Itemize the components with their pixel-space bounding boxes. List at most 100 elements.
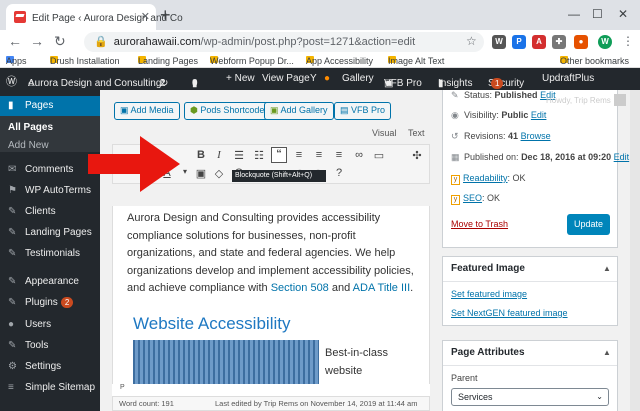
window-close-icon[interactable]: ✕ (618, 7, 628, 21)
section-508-link[interactable]: Section 508 (271, 282, 329, 294)
wordpress-logo-icon[interactable]: Ⓦ (6, 73, 17, 89)
tab-text[interactable]: Text (408, 128, 425, 138)
sidebar-item-testimonials[interactable]: ✎ Testimonials (0, 244, 100, 264)
website-accessibility-heading: Website Accessibility (133, 314, 291, 333)
bold-icon[interactable]: B (193, 149, 209, 161)
reload-icon[interactable]: ↻ (54, 33, 66, 50)
bookmark-label: Landing Pages (138, 56, 199, 66)
sidebar-item-label: WP AutoTerms (25, 185, 91, 196)
page-scrollbar[interactable] (630, 90, 640, 411)
clear-formatting-icon[interactable]: ◇ (211, 167, 227, 180)
move-to-trash-link[interactable]: Move to Trash (451, 219, 508, 229)
sidebar-item-tools[interactable]: ✎ Tools (0, 336, 100, 356)
collapse-caret-icon[interactable]: ▲ (603, 264, 611, 273)
sidebar-item-wp-autoterms[interactable]: ⚑ WP AutoTerms (0, 181, 100, 201)
sidebar-item-settings[interactable]: ⚙ Settings (0, 357, 100, 377)
back-icon[interactable]: ← (8, 33, 22, 49)
sidebar-item-users[interactable]: ● Users (0, 315, 100, 335)
pages-icon: ▮ (8, 100, 14, 111)
howdy-text: Howdy, Trip Rems (546, 96, 611, 105)
sidebar-item-simple-sitemap[interactable]: ≡ Simple Sitemap (0, 378, 100, 398)
revisions-icon: ↺ (451, 131, 459, 141)
sidebar-item-label: Landing Pages (25, 227, 92, 238)
collapse-caret-icon[interactable]: ▲ (603, 348, 611, 357)
sitemap-icon: ≡ (8, 382, 14, 393)
blockquote-icon[interactable]: “ (271, 147, 287, 163)
align-right-icon[interactable]: ≡ (331, 149, 347, 161)
close-tab-icon[interactable]: ✕ (141, 10, 150, 23)
word-count: Word count: 191 (119, 399, 174, 408)
italic-icon[interactable]: I (211, 149, 227, 161)
bookmark-label: App Accessibility (306, 56, 374, 66)
more-tag-icon[interactable]: ▭ (371, 149, 387, 162)
site-name: Aurora Design and Consulting (28, 78, 162, 89)
side-text: Best-in-class website (325, 344, 388, 380)
sidebar-item-appearance[interactable]: ✎ Appearance (0, 272, 100, 292)
updraftplus-link[interactable]: UpdraftPlus (542, 73, 594, 84)
browse-revisions-link[interactable]: Browse (521, 131, 551, 141)
profile-avatar[interactable]: W (598, 35, 612, 49)
sidebar-item-landing-pages[interactable]: ✎ Landing Pages (0, 223, 100, 243)
minimize-icon[interactable]: — (568, 7, 580, 21)
extension-pdf-icon[interactable]: A (532, 35, 546, 49)
appearance-icon: ✎ (8, 276, 17, 287)
seo-link[interactable]: SEO (463, 193, 482, 203)
fullscreen-icon[interactable]: ✣ (409, 149, 425, 162)
editor-content[interactable]: Aurora Design and Consulting provides ac… (112, 206, 430, 396)
sidebar-sub-add-new[interactable]: Add New (0, 136, 100, 156)
user-avatar[interactable] (614, 94, 626, 106)
tab-visual[interactable]: Visual (372, 128, 396, 138)
pods-shortcode-button[interactable]: ⬢ Pods Shortcode (184, 102, 271, 120)
status-pin-icon: ✎ (451, 90, 459, 100)
vfb-pro-button[interactable]: ▤ VFB Pro (334, 102, 392, 120)
featured-image-box: Featured Image ▲ Set featured image Set … (442, 256, 618, 326)
edit-visibility-link[interactable]: Edit (531, 110, 547, 120)
pin-icon: ✎ (8, 248, 17, 259)
parent-select[interactable]: Services ⌄ (451, 388, 609, 406)
new-tab-icon[interactable]: + (160, 5, 171, 26)
browser-tab[interactable]: Edit Page ‹ Aurora Design and Co ✕ (6, 4, 183, 30)
bulleted-list-icon[interactable]: ☰ (231, 149, 247, 162)
ada-title-iii-link[interactable]: ADA Title III (353, 282, 410, 294)
set-featured-image-link[interactable]: Set featured image (451, 289, 527, 299)
readability-value: : OK (507, 173, 526, 183)
sidebar-item-comments[interactable]: ✉ Comments (0, 160, 100, 180)
sidebar-item-plugins[interactable]: ✎ Plugins 2 (0, 293, 100, 313)
bookmark-star-icon[interactable]: ☆ (466, 34, 477, 48)
browser-menu-icon[interactable]: ⋮ (622, 34, 634, 48)
revisions-label: Revisions: (464, 131, 506, 141)
add-gallery-button[interactable]: ▣ Add Gallery (264, 102, 334, 120)
link-icon[interactable]: ∞ (351, 149, 367, 161)
sidebar-item-pages[interactable]: ▮ Pages (0, 96, 100, 116)
sidebar-item-clients[interactable]: ✎ Clients (0, 202, 100, 222)
maximize-icon[interactable]: ☐ (592, 7, 603, 21)
add-media-button[interactable]: ▣ Add Media (114, 102, 180, 120)
visibility-eye-icon: ◉ (451, 110, 459, 120)
visibility-value: Public (501, 110, 529, 120)
edit-date-link[interactable]: Edit (614, 152, 630, 162)
url-input[interactable]: 🔒 aurorahawaii.com/wp-admin/post.php?post… (84, 32, 484, 52)
update-button[interactable]: Update (567, 214, 610, 235)
view-page-link[interactable]: View Page (262, 73, 310, 84)
align-left-icon[interactable]: ≡ (291, 149, 307, 161)
red-arrow-annotation (88, 136, 180, 192)
bookmarks-bar: Apps Drush Installation Landing Pages We… (0, 54, 640, 68)
help-icon[interactable]: ? (331, 167, 347, 179)
pin-icon: ✎ (8, 206, 17, 217)
paste-text-icon[interactable]: ▣ (193, 167, 209, 180)
align-center-icon[interactable]: ≡ (311, 149, 327, 161)
extension-orange-icon[interactable]: ● (574, 35, 588, 49)
readability-link[interactable]: Readability (463, 173, 508, 183)
forward-icon[interactable]: → (30, 33, 44, 49)
button-label: Add Media (130, 105, 174, 115)
sidebar-item-label: Users (25, 319, 52, 330)
extension-p-icon[interactable]: P (512, 35, 526, 49)
gallery-link[interactable]: Gallery (342, 73, 374, 84)
extension-w-icon[interactable]: W (492, 35, 506, 49)
yoast-icon[interactable]: Y (310, 73, 317, 84)
extension-puzzle-icon[interactable]: ✚ (552, 35, 566, 49)
new-content-link[interactable]: + New (226, 73, 255, 84)
set-nextgen-featured-link[interactable]: Set NextGEN featured image (451, 308, 568, 318)
numbered-list-icon[interactable]: ☷ (251, 149, 267, 162)
intro-paragraph: Aurora Design and Consulting provides ac… (127, 210, 427, 298)
